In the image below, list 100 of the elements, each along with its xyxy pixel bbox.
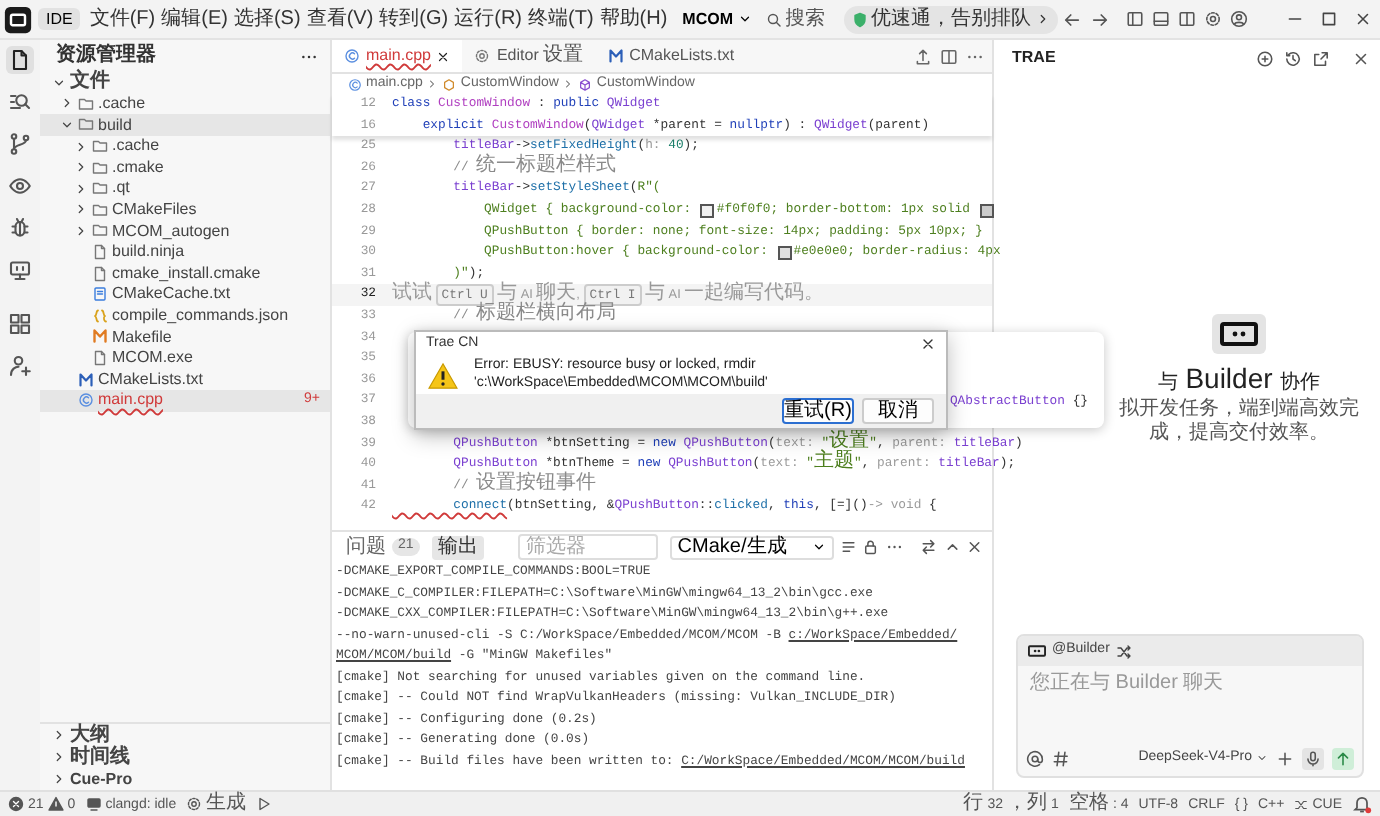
eye-icon[interactable] — [6, 172, 34, 200]
upload-icon[interactable] — [914, 47, 932, 65]
files-icon[interactable] — [6, 46, 34, 74]
tree-item[interactable]: CMakeFiles — [40, 199, 330, 221]
split-editor-icon[interactable] — [940, 47, 958, 65]
chat-input[interactable]: 您正在与 Builder 聊天 — [1018, 666, 1362, 740]
menu-item[interactable]: 编辑(E) — [158, 7, 231, 31]
method-icon — [578, 77, 593, 91]
sidebar-layout-icon[interactable] — [1125, 10, 1143, 28]
tree-item[interactable]: compile_commands.json — [40, 305, 330, 327]
file-icon — [92, 244, 108, 261]
monitor-icon — [85, 796, 102, 812]
panel-title: 资源管理器 — [56, 44, 156, 68]
menu-item[interactable]: 终端(T) — [525, 7, 597, 31]
chevron-up-icon[interactable] — [943, 538, 961, 556]
settings-icon[interactable] — [1203, 10, 1221, 28]
back-icon[interactable] — [1061, 9, 1081, 29]
lock-icon[interactable] — [862, 538, 880, 556]
section-header[interactable]: 大纲 — [40, 724, 330, 746]
new-chat-icon[interactable] — [1256, 49, 1274, 67]
tree-item[interactable]: CMakeLists.txt — [40, 368, 330, 390]
file-icon — [92, 350, 108, 367]
shuffle-icon — [1294, 797, 1309, 811]
channel-dropdown[interactable]: CMake/生成 — [669, 535, 834, 559]
split-layout-icon[interactable] — [1177, 10, 1195, 28]
run-button[interactable] — [256, 796, 273, 812]
list-icon[interactable] — [839, 538, 857, 556]
caret-icon — [811, 540, 826, 554]
tree-item[interactable]: build — [40, 114, 330, 136]
editor-tab[interactable]: main.cpp — [332, 40, 463, 72]
section-header[interactable]: Cue-Pro — [40, 768, 330, 790]
mic-icon — [1304, 749, 1322, 767]
monitor-icon[interactable] — [6, 256, 34, 284]
close-icon[interactable] — [966, 538, 984, 556]
tree-item[interactable]: .cache — [40, 93, 330, 115]
swap-icon[interactable] — [920, 538, 938, 556]
search-icon — [765, 11, 781, 27]
section-header[interactable]: 时间线 — [40, 746, 330, 768]
tree-item[interactable]: MCOM.exe — [40, 347, 330, 369]
cpp-file-icon — [348, 77, 362, 91]
filter-field[interactable]: 筛选器 — [517, 534, 658, 560]
tree-item[interactable]: .cache — [40, 135, 330, 157]
section-header[interactable]: 文件 — [40, 72, 330, 94]
editor-tab[interactable]: Editor 设置 — [462, 40, 596, 72]
at-icon[interactable] — [1026, 749, 1044, 767]
bug-icon[interactable] — [6, 214, 34, 242]
maximize-icon[interactable] — [1320, 10, 1338, 28]
plus-icon[interactable] — [1276, 749, 1294, 767]
play-icon — [256, 796, 273, 812]
tree-item[interactable]: Makefile — [40, 326, 330, 348]
promo-button[interactable]: 优速通，告别排队 — [843, 5, 1057, 33]
tree-item[interactable]: .qt — [40, 177, 330, 200]
builder-logo-icon — [1220, 321, 1258, 345]
panel-tab[interactable]: 输出 — [431, 535, 484, 559]
grid-icon[interactable] — [6, 310, 34, 338]
bell-icon[interactable] — [1352, 794, 1372, 814]
hash-icon[interactable] — [1052, 749, 1070, 767]
tree-item[interactable]: CMakeCache.txt — [40, 283, 330, 306]
tree-item[interactable]: .cmake — [40, 156, 330, 178]
dialog-button[interactable]: 取消 — [862, 398, 934, 424]
search-field[interactable]: 搜索 — [759, 7, 835, 31]
menu-item[interactable]: 查看(V) — [303, 7, 377, 31]
cpp-file-icon — [78, 392, 94, 409]
account-icon[interactable] — [1229, 10, 1247, 28]
menu-item[interactable]: 帮助(H) — [596, 7, 671, 31]
editor-tab[interactable]: CMakeLists.txt — [595, 40, 747, 72]
chevron-down-icon — [52, 75, 66, 90]
history-icon[interactable] — [1284, 49, 1302, 67]
close-icon[interactable] — [920, 336, 936, 352]
shuffle-icon[interactable] — [1115, 643, 1132, 659]
panel-layout-icon[interactable] — [1151, 10, 1169, 28]
external-link-icon[interactable] — [1312, 49, 1330, 67]
menu-item[interactable]: 转到(G) — [376, 7, 452, 31]
mode-tab[interactable]: IDE — [38, 7, 81, 31]
warning-icon — [428, 361, 458, 389]
builder-logo-icon — [1028, 644, 1046, 658]
hint-text: 试试 — [392, 284, 434, 306]
m-icon — [607, 48, 624, 64]
dialog-button[interactable]: 重试(R) — [782, 398, 854, 424]
file-icon — [92, 265, 108, 282]
branch-icon[interactable] — [6, 130, 34, 158]
chevron-right-icon — [562, 78, 575, 90]
forward-icon[interactable] — [1089, 9, 1109, 29]
mic-button[interactable] — [1302, 747, 1324, 769]
menu-item[interactable]: 文件(F) — [86, 7, 159, 31]
person-icon[interactable] — [6, 352, 34, 380]
build-status[interactable]: 生成 — [186, 794, 247, 814]
chevron-right-icon — [1035, 12, 1049, 26]
menu-item[interactable]: 选择(S) — [230, 7, 304, 31]
tree-item[interactable]: build.ninja — [40, 241, 330, 263]
close-icon[interactable] — [436, 49, 451, 63]
menu-item[interactable]: 运行(R) — [451, 7, 525, 31]
tree-item[interactable]: MCOM_autogen — [40, 220, 330, 242]
tree-item[interactable]: cmake_install.cmake — [40, 262, 330, 284]
m-icon — [78, 371, 94, 388]
arrow-up-icon — [1334, 749, 1352, 767]
close-icon[interactable] — [1352, 49, 1370, 67]
send-button[interactable] — [1332, 747, 1354, 769]
project-dropdown[interactable]: MCOM — [674, 9, 759, 29]
close-icon[interactable] — [1354, 10, 1372, 28]
